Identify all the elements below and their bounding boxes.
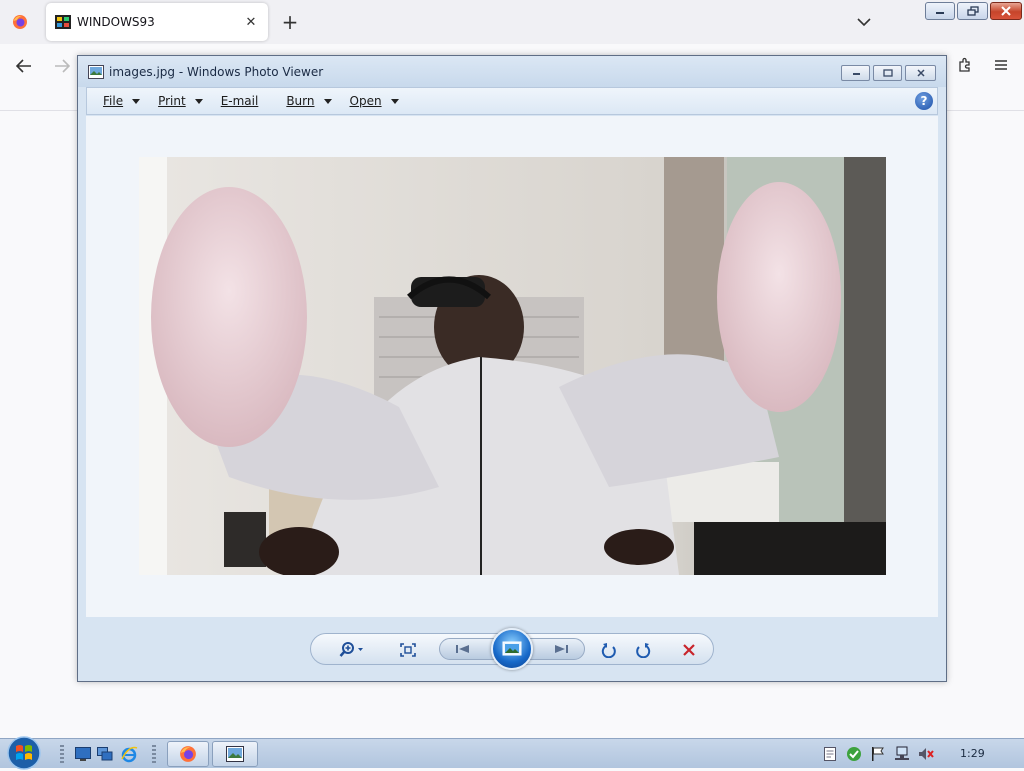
browser-tab[interactable]: WINDOWS93 ✕	[46, 3, 268, 41]
network-icon	[895, 746, 909, 760]
internet-explorer-icon	[121, 746, 138, 763]
flag-icon	[872, 747, 884, 761]
forward-button[interactable]	[48, 52, 76, 80]
puzzle-icon	[959, 57, 970, 72]
menu-print-label: Print	[158, 94, 186, 108]
menu-email-label: E-mail	[220, 94, 259, 108]
volume-muted-icon	[919, 748, 934, 760]
tab-title: WINDOWS93	[77, 15, 155, 29]
minimize-icon	[852, 73, 860, 75]
menu-print[interactable]: Print	[158, 94, 203, 108]
rotate-left-button[interactable]	[597, 638, 621, 662]
zoom-icon	[339, 642, 363, 657]
switch-windows-icon	[97, 747, 113, 761]
browser-tab-bar: WINDOWS93 ✕ +	[0, 0, 1024, 44]
menu-burn-label: Burn	[286, 94, 315, 108]
viewer-maximize-button[interactable]	[873, 65, 902, 81]
volume-tray[interactable]	[918, 746, 934, 762]
viewer-toolbar	[310, 628, 714, 670]
close-icon	[916, 69, 925, 77]
hamburger-icon	[995, 60, 1007, 70]
show-desktop-icon	[75, 747, 91, 761]
menu-burn[interactable]: Burn	[286, 94, 332, 108]
menu-email[interactable]: E-mail	[221, 94, 259, 108]
app-menu-button[interactable]	[988, 52, 1014, 78]
image-canvas	[86, 116, 938, 617]
dropdown-arrow-icon	[194, 98, 203, 104]
zoom-button[interactable]	[335, 638, 369, 662]
extensions-button[interactable]	[952, 52, 978, 78]
action-center-tray[interactable]	[822, 746, 838, 762]
flag-tray[interactable]	[870, 746, 886, 762]
taskbar: 1:29	[0, 735, 1024, 771]
viewer-close-button[interactable]	[905, 65, 936, 81]
menu-open[interactable]: Open	[350, 94, 399, 108]
close-tab-button[interactable]: ✕	[240, 11, 262, 33]
delete-icon	[683, 644, 695, 656]
new-tab-button[interactable]: +	[278, 10, 302, 34]
arrow-right-icon	[55, 59, 70, 73]
firefox-view-button[interactable]	[0, 0, 40, 44]
photo-viewer-window: images.jpg - Windows Photo Viewer File P…	[77, 55, 947, 682]
close-icon	[1001, 6, 1011, 16]
menu-open-label: Open	[349, 94, 382, 108]
displayed-photo[interactable]	[139, 157, 886, 575]
restore-icon	[966, 6, 979, 16]
maximize-icon	[882, 69, 893, 77]
dropdown-arrow-icon	[390, 98, 399, 104]
slideshow-icon	[502, 641, 522, 656]
switch-windows-shortcut[interactable]	[96, 745, 114, 763]
help-button[interactable]: ?	[915, 92, 933, 110]
chevron-down-icon	[857, 18, 871, 27]
clock[interactable]: 1:29	[960, 747, 985, 760]
viewer-menu-bar: File Print E-mail Burn Open ?	[86, 87, 938, 115]
menu-file[interactable]: File	[103, 94, 141, 108]
window-title: images.jpg - Windows Photo Viewer	[109, 64, 324, 79]
photo-viewer-task-icon	[226, 746, 244, 762]
rotate-right-button[interactable]	[631, 638, 655, 662]
browser-minimize-button[interactable]	[925, 2, 955, 20]
list-all-tabs-button[interactable]	[852, 12, 876, 32]
security-icon	[847, 747, 861, 761]
security-tray[interactable]	[846, 746, 862, 762]
slideshow-button[interactable]	[491, 628, 533, 670]
viewer-minimize-button[interactable]	[841, 65, 870, 81]
photo-viewer-title-bar[interactable]: images.jpg - Windows Photo Viewer	[78, 56, 946, 87]
photo-image	[139, 157, 886, 575]
next-button[interactable]	[546, 640, 576, 658]
browser-close-button[interactable]	[990, 2, 1022, 20]
taskbar-photo-viewer-button[interactable]	[212, 741, 258, 767]
start-button[interactable]	[4, 735, 44, 771]
previous-button[interactable]	[448, 640, 478, 658]
action-center-icon	[824, 747, 836, 761]
internet-explorer-shortcut[interactable]	[120, 745, 138, 763]
next-icon	[555, 645, 568, 653]
dropdown-arrow-icon	[323, 98, 332, 104]
system-tray: 1:29	[820, 739, 1024, 769]
menu-file-label: File	[103, 94, 124, 108]
rotate-left-icon	[601, 643, 616, 658]
windows-start-icon	[7, 736, 41, 770]
network-tray[interactable]	[894, 746, 910, 762]
back-button[interactable]	[10, 52, 38, 80]
rotate-right-icon	[636, 643, 651, 658]
toolbar-grip[interactable]	[152, 745, 156, 763]
arrow-left-icon	[16, 59, 31, 73]
browser-restore-button[interactable]	[957, 2, 988, 20]
taskbar-firefox-button[interactable]	[167, 741, 209, 767]
firefox-icon	[13, 15, 27, 29]
toolbar-grip[interactable]	[60, 745, 64, 763]
delete-button[interactable]	[677, 638, 701, 662]
actual-size-button[interactable]	[395, 638, 421, 662]
windows93-tab-icon	[55, 15, 71, 29]
show-desktop-shortcut[interactable]	[74, 745, 92, 763]
firefox-task-icon	[180, 746, 196, 762]
previous-icon	[456, 645, 469, 653]
minimize-icon	[936, 12, 944, 14]
actual-size-icon	[400, 643, 416, 657]
photo-viewer-icon	[88, 64, 104, 79]
dropdown-arrow-icon	[132, 98, 141, 104]
